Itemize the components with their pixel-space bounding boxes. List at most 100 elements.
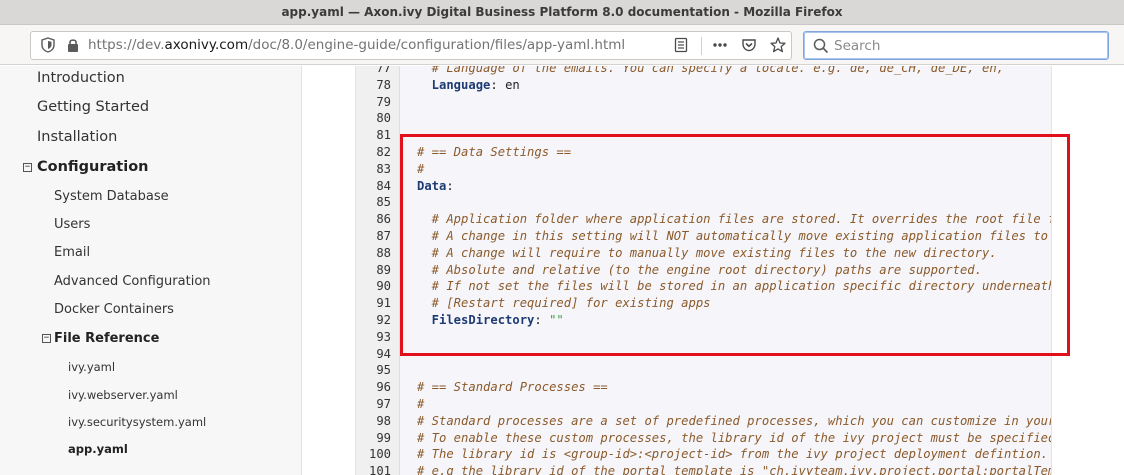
line-number: 83: [376, 161, 391, 176]
url-domain: axonivy.com: [164, 37, 249, 53]
code-line: 96 # == Standard Processes ==: [356, 379, 1051, 396]
yaml-key: FilesDirectory: [417, 313, 535, 327]
code-text: #: [417, 397, 425, 411]
code-text: # Standard processes are a set of predef…: [417, 413, 1052, 428]
docs-sidebar: Introduction Getting Started Installatio…: [0, 66, 302, 475]
window-titlebar: app.yaml — Axon.ivy Digital Business Pla…: [0, 0, 1124, 25]
sidebar-item-advanced-configuration[interactable]: Advanced Configuration: [54, 274, 211, 289]
code-line: 84 Data:: [356, 178, 1051, 195]
yaml-key: Language: [417, 77, 491, 92]
sidebar-item-getting-started[interactable]: Getting Started: [37, 99, 149, 115]
sidebar-item-app-yaml[interactable]: app.yaml: [68, 442, 128, 456]
code-text: Language: en: [417, 77, 520, 94]
code-text: FilesDirectory: "": [417, 312, 564, 329]
code-line: 97 #: [356, 396, 1051, 413]
line-number: 90: [376, 279, 391, 294]
line-number: 91: [376, 296, 391, 311]
line-number: 97: [376, 397, 391, 411]
sidebar-item-file-reference[interactable]: File Reference: [54, 331, 159, 346]
code-line: 93: [356, 329, 1051, 346]
browser-navbar: https://dev.axonivy.com/doc/8.0/engine-g…: [0, 25, 1124, 65]
sidebar-item-docker-containers[interactable]: Docker Containers: [54, 302, 174, 317]
url-scheme: https://dev.: [88, 37, 165, 53]
code-line: 90 # If not set the files will be stored…: [356, 278, 1051, 295]
line-number: 81: [376, 128, 391, 143]
line-number: 100: [368, 447, 391, 462]
line-number: 93: [376, 329, 391, 344]
sidebar-item-ivy-securitysystem-yaml[interactable]: ivy.securitysystem.yaml: [68, 415, 206, 429]
reader-view-icon[interactable]: [672, 36, 690, 54]
code-line: 86 # Application folder where applicatio…: [356, 211, 1052, 228]
urlbar-separator: [701, 37, 702, 55]
line-number: 96: [376, 380, 391, 395]
yaml-value: en: [505, 77, 520, 92]
code-line: 77 # Language of the emails. You can spe…: [356, 66, 1051, 77]
window-title: app.yaml — Axon.ivy Digital Business Pla…: [281, 5, 843, 19]
code-text: # Language of the emails. You can specif…: [417, 66, 1004, 75]
line-number: 77: [376, 66, 391, 75]
line-number: 86: [376, 212, 391, 227]
line-number: 89: [376, 262, 391, 277]
line-number: 85: [376, 195, 391, 210]
code-line: 83 #: [356, 161, 1051, 178]
search-box[interactable]: [803, 31, 1109, 60]
line-number: 99: [376, 430, 391, 445]
code-block: 77 # Language of the emails. You can spe…: [355, 66, 1052, 475]
sidebar-item-configuration[interactable]: Configuration: [37, 159, 149, 175]
code-text: # The library id is <group-id>:<project-…: [417, 447, 1049, 462]
code-text: # == Standard Processes ==: [417, 380, 608, 395]
sidebar-item-email[interactable]: Email: [54, 245, 90, 260]
pocket-icon[interactable]: [740, 36, 758, 54]
sidebar-item-introduction[interactable]: Introduction: [37, 70, 125, 86]
yaml-value: "": [549, 313, 564, 327]
url-text[interactable]: https://dev.axonivy.com/doc/8.0/engine-g…: [88, 37, 625, 53]
code-line: 85: [356, 194, 1051, 211]
line-number: 82: [376, 145, 391, 159]
code-line: 94: [356, 346, 1051, 363]
more-icon[interactable]: [711, 36, 729, 54]
line-number: 94: [376, 346, 391, 361]
code-line: 87 # A change in this setting will NOT a…: [356, 228, 1052, 245]
line-number: 92: [376, 313, 391, 327]
sidebar-item-installation[interactable]: Installation: [37, 129, 117, 145]
code-line: 92 FilesDirectory: "": [356, 312, 1051, 329]
code-line: 81: [356, 127, 1051, 144]
yaml-separator: :: [490, 77, 506, 92]
collapse-toggle-icon[interactable]: −: [42, 334, 51, 343]
code-text: # A change will require to manually move…: [417, 245, 997, 260]
search-input[interactable]: [834, 36, 1094, 56]
code-text: # Application folder where application f…: [417, 212, 1052, 227]
line-number: 79: [376, 94, 391, 109]
url-path: /doc/8.0/engine-guide/configuration/file…: [248, 37, 626, 53]
sidebar-item-users[interactable]: Users: [54, 217, 90, 232]
code-text: # == Data Settings ==: [417, 145, 572, 159]
sidebar-item-ivy-yaml[interactable]: ivy.yaml: [68, 360, 115, 374]
yaml-separator: :: [446, 178, 454, 193]
url-bar[interactable]: https://dev.axonivy.com/doc/8.0/engine-g…: [30, 31, 792, 60]
code-text: # To enable these custom processes, the …: [417, 430, 1052, 445]
main-content: 77 # Language of the emails. You can spe…: [303, 66, 1124, 475]
code-line: 88 # A change will require to manually m…: [356, 245, 1051, 262]
line-number: 80: [376, 111, 391, 126]
line-number: 84: [376, 178, 391, 193]
sidebar-item-system-database[interactable]: System Database: [54, 189, 169, 204]
code-line: 82 # == Data Settings ==: [356, 144, 1051, 161]
line-number: 98: [376, 413, 391, 428]
lock-icon[interactable]: [64, 36, 82, 54]
line-number: 87: [376, 229, 391, 243]
shield-icon[interactable]: [39, 36, 57, 54]
code-line: 89 # Absolute and relative (to the engin…: [356, 262, 1051, 279]
line-number: 101: [368, 464, 391, 475]
code-text: # A change in this setting will NOT auto…: [417, 229, 1052, 243]
line-number: 88: [376, 245, 391, 260]
collapse-toggle-icon[interactable]: −: [23, 163, 32, 172]
yaml-separator: :: [534, 313, 550, 327]
star-icon[interactable]: [769, 36, 787, 54]
sidebar-item-ivy-webserver-yaml[interactable]: ivy.webserver.yaml: [68, 388, 178, 402]
code-text: # e.g the library id of the portal templ…: [417, 464, 1052, 475]
code-text: Data:: [417, 178, 454, 195]
code-line: 100 # The library id is <group-id>:<proje…: [356, 446, 1051, 463]
yaml-key: Data: [417, 178, 447, 193]
code-line: 95: [356, 362, 1051, 379]
code-text: # [Restart required] for existing apps: [417, 296, 711, 311]
